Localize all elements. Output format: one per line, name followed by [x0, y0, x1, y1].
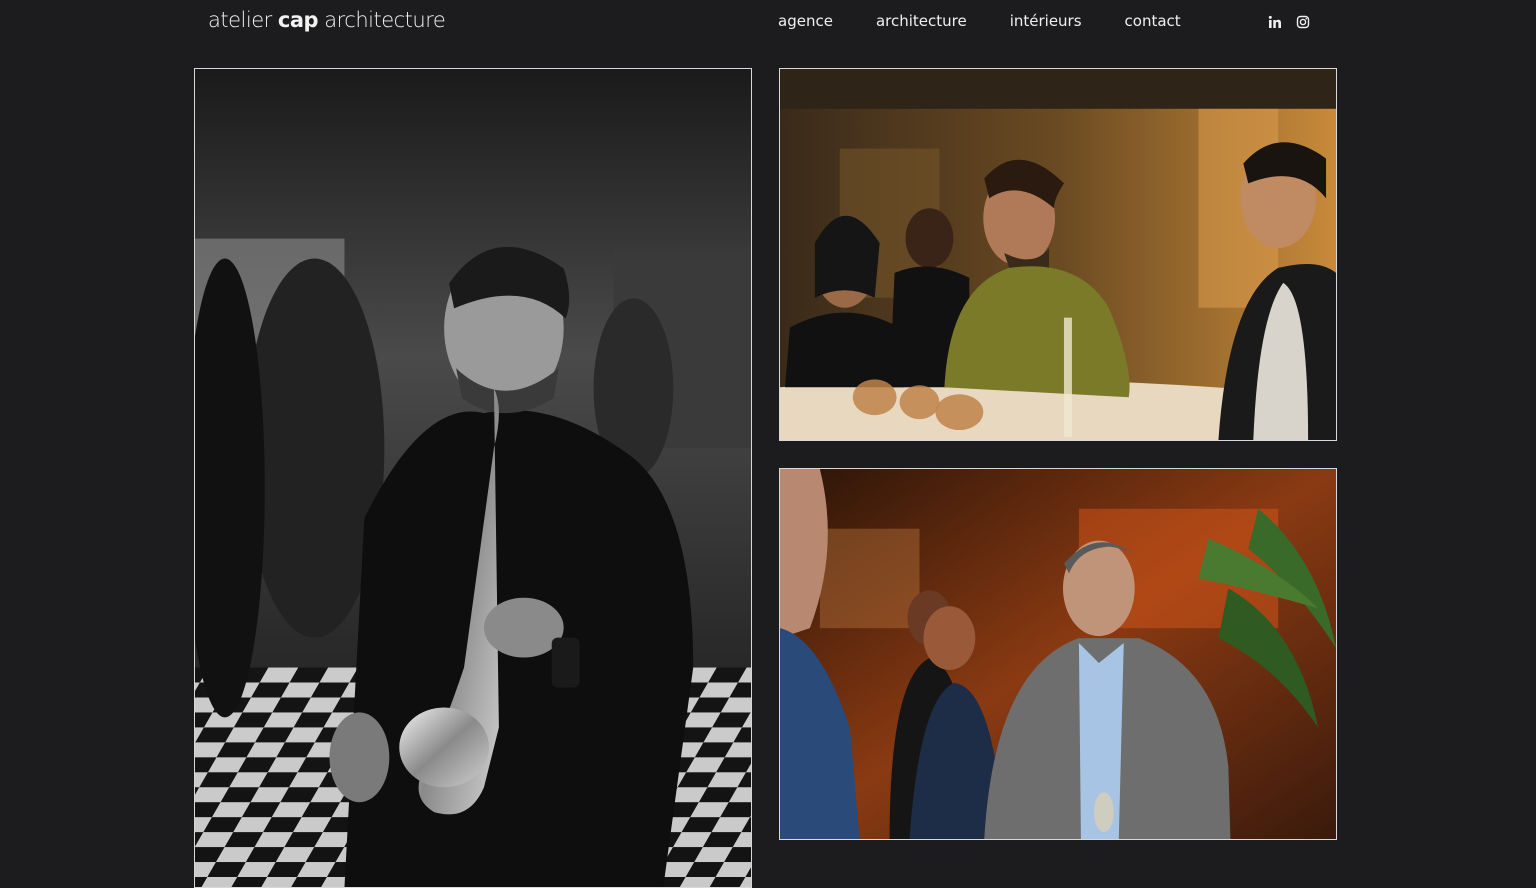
logo-text-architecture: architecture [318, 8, 446, 32]
nav-link-agence[interactable]: agence [778, 12, 833, 30]
site-header: atelier cap architecture agence architec… [0, 0, 1536, 44]
nav-link-contact[interactable]: contact [1125, 12, 1181, 30]
logo-text-cap: cap [277, 8, 319, 32]
lounge-guests-photo[interactable] [779, 468, 1337, 840]
linkedin-icon[interactable] [1268, 14, 1282, 28]
main-nav: agence architecture intérieurs contact [778, 12, 1224, 30]
social-links [1268, 14, 1310, 29]
nav-link-architecture[interactable]: architecture [876, 12, 967, 30]
saxophonist-image [195, 69, 751, 887]
nav-link-interieurs[interactable]: intérieurs [1010, 12, 1082, 30]
bar-conversation-image [780, 69, 1336, 440]
bar-conversation-photo[interactable] [779, 68, 1337, 441]
lounge-guests-image [780, 469, 1336, 839]
site-logo[interactable]: atelier cap architecture [208, 8, 446, 32]
instagram-icon[interactable] [1296, 14, 1310, 29]
saxophonist-photo[interactable] [194, 68, 752, 888]
logo-text-atelier: atelier [208, 8, 278, 32]
